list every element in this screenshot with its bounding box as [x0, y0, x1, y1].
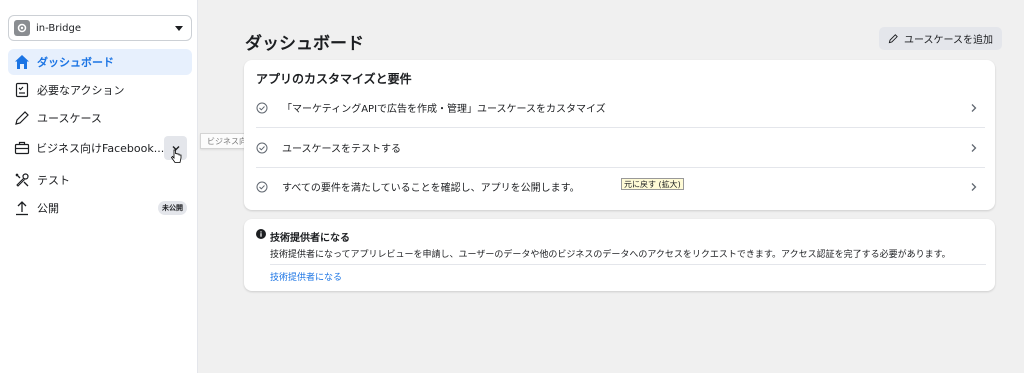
check-circle-icon: [256, 181, 268, 192]
pencil-icon: [888, 34, 898, 44]
upload-icon: [13, 199, 31, 217]
pencil-icon: [13, 109, 31, 127]
become-tech-provider-link[interactable]: 技術提供者になる: [270, 270, 342, 283]
sidebar-item-publish[interactable]: 公開 未公開: [8, 195, 192, 221]
sidebar-item-required-actions[interactable]: 必要なアクション: [8, 77, 192, 103]
briefcase-icon: [13, 139, 30, 157]
page-title: ダッシュボード: [245, 34, 364, 54]
check-circle-icon: [256, 142, 268, 153]
tools-icon: [13, 171, 31, 189]
app-selector[interactable]: in-Bridge: [8, 15, 192, 41]
sidebar-item-label: 公開: [37, 202, 59, 215]
card-description: 技術提供者になってアプリレビューを申請し、ユーザーのデータや他のビジネスのデータ…: [270, 250, 951, 260]
checklist-icon: [13, 81, 31, 99]
sidebar-nav: ダッシュボード 必要なアクション ユースケース ビジネス向けFacebook..…: [8, 49, 192, 223]
caret-down-icon: [175, 25, 183, 31]
chevron-right-icon: [971, 143, 977, 152]
app-name: in-Bridge: [36, 22, 81, 34]
divider: [270, 264, 986, 265]
restore-tag[interactable]: 元に戻す (拡大): [621, 178, 684, 190]
chevron-right-icon: [971, 103, 977, 112]
check-circle-icon: [256, 102, 268, 113]
sidebar-item-label: 必要なアクション: [37, 84, 125, 97]
tech-provider-card: 技術提供者になる 技術提供者になってアプリレビューを申請し、ユーザーのデータや他…: [244, 219, 995, 291]
card-title: アプリのカスタマイズと要件: [256, 72, 412, 86]
add-usecase-label: ユースケースを追加: [904, 35, 993, 46]
info-icon: [256, 229, 266, 239]
sidebar-item-facebook-login[interactable]: ビジネス向けFacebook...: [8, 135, 192, 161]
row-label: 「マーケティングAPIで広告を作成・管理」ユースケースをカスタマイズ: [282, 104, 606, 115]
add-usecase-button[interactable]: ユースケースを追加: [879, 27, 1002, 50]
sidebar-item-dashboard[interactable]: ダッシュボード: [8, 49, 192, 75]
hand-cursor-icon: [170, 149, 182, 163]
card-title: 技術提供者になる: [270, 233, 350, 244]
customize-usecase-row[interactable]: 「マーケティングAPIで広告を作成・管理」ユースケースをカスタマイズ: [256, 88, 985, 127]
sidebar-item-label: ダッシュボード: [37, 56, 114, 69]
home-icon: [13, 53, 31, 71]
gear-icon: [14, 20, 30, 36]
test-usecase-row[interactable]: ユースケースをテストする: [256, 128, 985, 167]
chevron-right-icon: [971, 182, 977, 191]
sidebar-item-label: ユースケース: [37, 112, 102, 125]
customize-card: アプリのカスタマイズと要件 「マーケティングAPIで広告を作成・管理」ユースケー…: [244, 60, 995, 210]
sidebar-item-usecases[interactable]: ユースケース: [8, 105, 192, 131]
row-label: ユースケースをテストする: [282, 144, 401, 155]
sidebar-item-test[interactable]: テスト: [8, 167, 192, 193]
sidebar: in-Bridge ダッシュボード 必要なアクション ユースケース ビジネス向け…: [0, 0, 198, 373]
publish-requirements-row[interactable]: すべての要件を満たしていることを確認し、アプリを公開します。 元に戻す (拡大): [256, 167, 985, 206]
status-badge: 未公開: [158, 201, 187, 215]
sidebar-item-label: ビジネス向けFacebook...: [36, 142, 165, 155]
sidebar-item-label: テスト: [37, 174, 70, 187]
